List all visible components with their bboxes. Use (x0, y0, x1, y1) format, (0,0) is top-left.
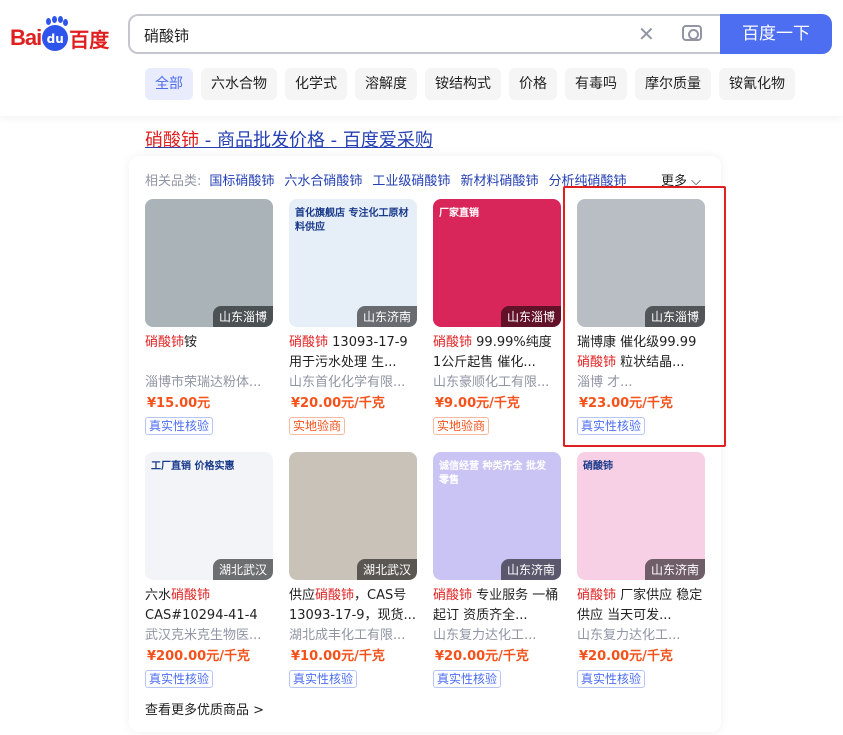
product-card[interactable]: 山东淄博 硝酸铈铵 淄博市荣瑞达粉体... ¥15.00元 真实性核验 (145, 199, 273, 435)
seller-name[interactable]: 武汉克米克生物医... (145, 626, 273, 646)
search-tabs: 全部 六水合物 化学式 溶解度 铵结构式 价格 有毒吗 摩尔质量 铵氰化物 (145, 68, 795, 100)
product-image[interactable]: 诚信经营 种类齐全 批发零售 山东济南 (433, 452, 561, 580)
related-item[interactable]: 国标硝酸铈 (209, 170, 274, 189)
product-name-prefix: 六水 (145, 588, 172, 603)
product-name-keyword: 硝酸铈 (171, 588, 211, 603)
location-tag: 山东济南 (644, 559, 705, 580)
search-input[interactable]: 硝酸铈 ✕ (128, 14, 722, 54)
product-price: ¥20.00元/千克 (291, 396, 385, 411)
image-overlay-text: 厂家直销 (439, 208, 479, 219)
seller-name[interactable]: 山东首化化学有限... (289, 373, 417, 393)
product-image[interactable]: 首化旗舰店 专注化工原材料供应 山东济南 (289, 199, 417, 327)
product-price: ¥200.00元/千克 (147, 649, 250, 664)
product-price: ¥20.00元/千克 (579, 649, 673, 664)
related-label: 相关品类: (145, 174, 202, 189)
verification-badge: 真实性核验 (145, 417, 214, 435)
image-overlay-text: 工厂直销 价格实惠 (151, 461, 235, 472)
location-tag: 山东淄博 (212, 306, 273, 327)
tab-molar-mass[interactable]: 摩尔质量 (635, 68, 711, 100)
product-price: ¥9.00元/千克 (435, 396, 520, 411)
product-name-rest: 铵 (184, 335, 198, 350)
tab-toxic[interactable]: 有毒吗 (565, 68, 627, 100)
image-overlay-text: 诚信经营 种类齐全 批发零售 (439, 461, 546, 486)
verification-badge: 真实性核验 (433, 670, 502, 688)
product-name-keyword: 硝酸铈 (577, 588, 617, 603)
product-image[interactable]: 山东淄博 (145, 199, 273, 327)
image-overlay-text: 硝酸铈 (583, 461, 613, 472)
seller-name[interactable]: 山东复力达化工... (577, 626, 705, 646)
product-name[interactable]: 硝酸铈铵 (145, 333, 273, 373)
location-tag: 山东淄博 (500, 306, 561, 327)
location-tag: 山东济南 (356, 306, 417, 327)
related-item[interactable]: 六水合硝酸铈 (284, 170, 362, 189)
product-price: ¥20.00元/千克 (435, 649, 529, 664)
product-name-keyword: 硝酸铈 (315, 588, 355, 603)
tab-hexahydrate[interactable]: 六水合物 (201, 68, 277, 100)
seller-name[interactable]: 湖北成丰化工有限... (289, 626, 417, 646)
seller-name[interactable]: 山东复力达化工... (433, 626, 561, 646)
product-card[interactable]: 湖北武汉 供应硝酸铈，CAS号13093-17-9，现货... 湖北成丰化工有限… (289, 452, 417, 688)
product-name[interactable]: 供应硝酸铈，CAS号13093-17-9，现货... (289, 586, 417, 626)
product-image[interactable]: 硝酸铈 山东济南 (577, 452, 705, 580)
location-tag: 湖北武汉 (356, 559, 417, 580)
product-price: ¥15.00元 (147, 396, 211, 411)
seller-name[interactable]: 山东豪顺化工有限... (433, 373, 561, 393)
product-name-prefix: 供应 (289, 588, 316, 603)
see-more-link[interactable]: 查看更多优质商品 > (145, 699, 264, 718)
result-title-link[interactable]: 硝酸铈 - 商品批发价格 - 百度爱采购 (145, 126, 433, 152)
product-image[interactable]: 湖北武汉 (289, 452, 417, 580)
product-card[interactable]: 工厂直销 价格实惠 湖北武汉 六水硝酸铈 CAS#10294-41-4 含量99… (145, 452, 273, 688)
product-card[interactable]: 硝酸铈 山东济南 硝酸铈 厂家供应 稳定供应 当天可发... 山东复力达化工..… (577, 452, 705, 688)
verification-badge: 真实性核验 (289, 670, 358, 688)
tab-price[interactable]: 价格 (509, 68, 557, 100)
clear-icon[interactable]: ✕ (638, 22, 655, 46)
image-overlay-text: 首化旗舰店 专注化工原材料供应 (295, 208, 409, 233)
product-price: ¥10.00元/千克 (291, 649, 385, 664)
product-card[interactable]: 诚信经营 种类齐全 批发零售 山东济南 硝酸铈 专业服务 一桶起订 资质齐全..… (433, 452, 561, 688)
related-categories: 相关品类: 国标硝酸铈 六水合硝酸铈 工业级硝酸铈 新材料硝酸铈 分析纯硝酸铈 (145, 170, 626, 189)
search-header: Bai du 百度 硝酸铈 ✕ 百度一下 全部 六水合物 化学式 溶解度 铵结构… (0, 0, 843, 116)
tab-structure[interactable]: 铵结构式 (425, 68, 501, 100)
product-name[interactable]: 硝酸铈 专业服务 一桶起订 资质齐全... (433, 586, 561, 626)
product-name-keyword: 硝酸铈 (433, 335, 473, 350)
product-name-keyword: 硝酸铈 (289, 335, 329, 350)
red-highlight-box (563, 186, 726, 447)
related-item[interactable]: 工业级硝酸铈 (372, 170, 450, 189)
baidu-logo[interactable]: Bai du 百度 (10, 18, 110, 54)
product-name-rest: CAS#10294-41-4 含量99%... (145, 608, 258, 623)
verification-badge: 实地验商 (433, 417, 490, 435)
product-image[interactable]: 工厂直销 价格实惠 湖北武汉 (145, 452, 273, 580)
tab-formula[interactable]: 化学式 (285, 68, 347, 100)
tab-cyanide[interactable]: 铵氰化物 (719, 68, 795, 100)
product-image[interactable]: 厂家直销 山东淄博 (433, 199, 561, 327)
search-button[interactable]: 百度一下 (720, 14, 832, 54)
product-card[interactable]: 首化旗舰店 专注化工原材料供应 山东济南 硝酸铈 13093-17-9 用于污水… (289, 199, 417, 435)
product-card[interactable]: 厂家直销 山东淄博 硝酸铈 99.99%纯度 1公斤起售 催化... 山东豪顺化… (433, 199, 561, 435)
related-item[interactable]: 新材料硝酸铈 (460, 170, 538, 189)
tab-all[interactable]: 全部 (145, 68, 193, 100)
verification-badge: 真实性核验 (145, 670, 214, 688)
tab-solubility[interactable]: 溶解度 (355, 68, 417, 100)
product-name[interactable]: 六水硝酸铈 CAS#10294-41-4 含量99%... (145, 586, 273, 626)
search-query-text[interactable]: 硝酸铈 (144, 25, 189, 46)
logo-paw-icon: du (42, 18, 69, 51)
location-tag: 湖北武汉 (212, 559, 273, 580)
product-name[interactable]: 硝酸铈 99.99%纯度 1公斤起售 催化... (433, 333, 561, 373)
logo-bai-text: Bai (10, 25, 42, 50)
product-name-keyword: 硝酸铈 (145, 335, 185, 350)
result-title-keyword: 硝酸铈 (145, 130, 199, 151)
seller-name[interactable]: 淄博市荣瑞达粉体... (145, 373, 273, 393)
product-name-keyword: 硝酸铈 (433, 588, 473, 603)
location-tag: 山东济南 (500, 559, 561, 580)
product-name[interactable]: 硝酸铈 厂家供应 稳定供应 当天可发... (577, 586, 705, 626)
verification-badge: 真实性核验 (577, 670, 646, 688)
result-title-rest: - 商品批发价格 - 百度爱采购 (199, 130, 433, 151)
logo-baidu-cn: 百度 (69, 27, 110, 52)
camera-icon[interactable] (682, 25, 702, 41)
verification-badge: 实地验商 (289, 417, 346, 435)
product-name[interactable]: 硝酸铈 13093-17-9 用于污水处理 生... (289, 333, 417, 373)
